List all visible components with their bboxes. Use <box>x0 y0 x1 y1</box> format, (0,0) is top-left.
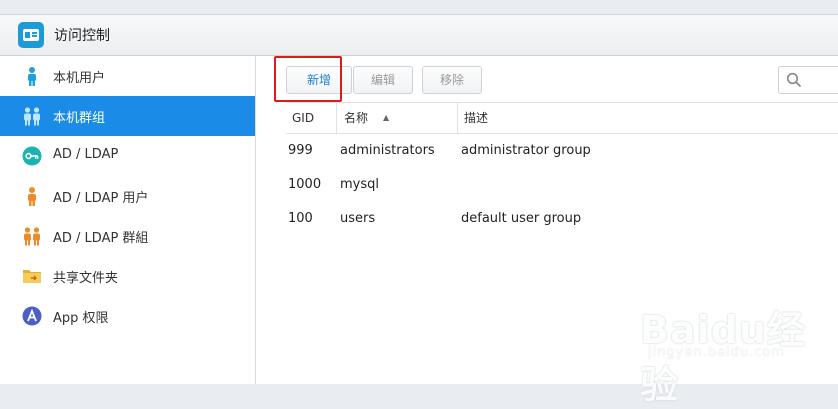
column-header-description[interactable]: 描述 <box>457 103 834 133</box>
folder-icon <box>23 270 41 283</box>
table-row[interactable]: 100 users default user group <box>286 202 838 236</box>
sidebar-item-ad-ldap-groups[interactable]: AD / LDAP 群組 <box>0 216 255 256</box>
title-bar: 访问控制 <box>0 15 838 56</box>
sidebar-item-local-groups[interactable]: 本机群组 <box>0 96 255 136</box>
user-icon <box>28 67 36 86</box>
column-header-label: 名称 <box>344 111 369 125</box>
sidebar-item-ad-ldap[interactable]: AD / LDAP <box>0 136 255 176</box>
cell-description: default user group <box>461 211 582 226</box>
cell-gid: 1000 <box>288 177 322 192</box>
cell-name: mysql <box>340 177 379 192</box>
sidebar-item-label: AD / LDAP 群組 <box>53 231 149 246</box>
sidebar-item-ad-ldap-users[interactable]: AD / LDAP 用户 <box>0 176 255 216</box>
table-header: GID 名称 ▲ 描述 <box>286 102 838 134</box>
column-header-gid[interactable]: GID <box>292 103 332 133</box>
cell-gid: 100 <box>288 211 313 226</box>
app-icon <box>22 306 42 326</box>
sidebar-item-app-permissions[interactable]: App 权限 <box>0 296 255 336</box>
baidu-watermark: Baidu经验 jingyan.baidu.com <box>640 293 830 407</box>
cell-description: administrator group <box>461 143 591 158</box>
sidebar-item-label: AD / LDAP 用户 <box>53 191 149 206</box>
table-row[interactable]: 1000 mysql <box>286 168 838 202</box>
sidebar-item-label: AD / LDAP <box>53 147 119 162</box>
user-orange-icon <box>28 187 36 206</box>
sidebar-item-label: App 权限 <box>53 311 109 326</box>
edit-button[interactable]: 编辑 <box>353 66 413 94</box>
highlight-box <box>274 56 342 102</box>
group-icon <box>24 107 40 126</box>
toolbar: 新增 编辑 移除 <box>256 56 838 102</box>
sidebar-item-label: 本机用户 <box>53 71 106 86</box>
cell-name: administrators <box>340 143 435 158</box>
search-input[interactable] <box>778 66 838 94</box>
sidebar-item-shared-folders[interactable]: 共享文件夹 <box>0 256 255 296</box>
cell-gid: 999 <box>288 143 313 158</box>
window-title: 访问控制 <box>54 28 110 44</box>
group-orange-icon <box>24 227 40 246</box>
sidebar: 本机用户 本机群组 AD / LDAP AD / LDAP 用户 AD / LD… <box>0 56 256 384</box>
sidebar-item-local-users[interactable]: 本机用户 <box>0 56 255 96</box>
watermark-url: jingyan.baidu.com <box>648 345 785 360</box>
key-icon <box>22 146 42 166</box>
search-icon <box>786 72 802 88</box>
sidebar-item-label: 本机群组 <box>53 111 106 126</box>
column-header-name[interactable]: 名称 ▲ <box>336 103 464 133</box>
remove-button[interactable]: 移除 <box>422 66 482 94</box>
sidebar-item-label: 共享文件夹 <box>53 271 119 286</box>
id-card-icon <box>18 22 44 48</box>
sort-ascending-icon: ▲ <box>383 113 390 122</box>
table-row[interactable]: 999 administrators administrator group <box>286 134 838 168</box>
cell-name: users <box>340 211 376 226</box>
